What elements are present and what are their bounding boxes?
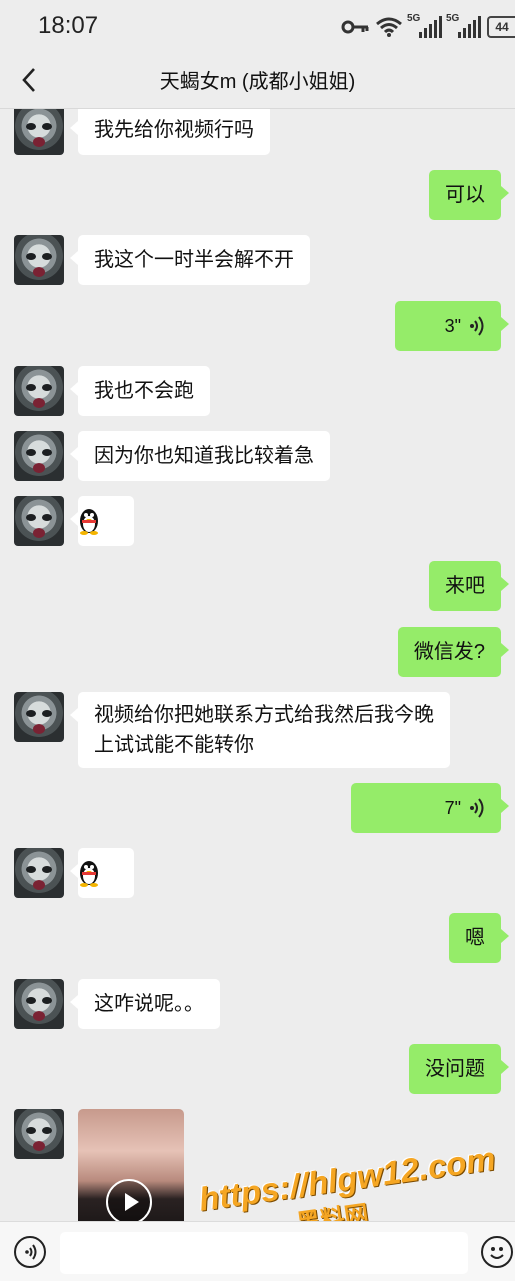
emoji-icon[interactable] <box>481 1236 513 1268</box>
message-text: 因为你也知道我比较着急 <box>94 445 314 467</box>
avatar[interactable] <box>14 848 64 898</box>
avatar[interactable] <box>14 235 64 285</box>
qq-penguin-icon <box>80 861 98 887</box>
message-text-line2: 上试试能不能转你 <box>94 734 254 756</box>
chat-title: 天蝎女m (成都小姐姐) <box>159 71 356 93</box>
video-message[interactable] <box>78 1109 184 1221</box>
message-text: 可以 <box>445 184 485 206</box>
message-bubble[interactable]: 嗯 <box>449 913 509 963</box>
avatar[interactable] <box>14 1109 64 1159</box>
key-icon <box>341 20 369 34</box>
message-row: 可以 <box>0 170 515 220</box>
message-row: 微信发? <box>0 627 515 677</box>
message-bubble[interactable]: 微信发? <box>397 627 510 677</box>
message-row: 我这个一时半会解不开 <box>0 235 515 285</box>
message-input[interactable] <box>60 1232 468 1274</box>
message-bubble[interactable]: 我也不会跑 <box>70 366 210 416</box>
battery-level: 44 <box>495 20 509 34</box>
message-bubble[interactable]: 没问题 <box>409 1044 509 1094</box>
status-time: 18:07 <box>38 12 99 39</box>
voice-message[interactable]: 3" <box>395 301 509 351</box>
message-row: 7" <box>0 783 515 833</box>
qq-penguin-icon <box>80 509 98 535</box>
avatar[interactable] <box>14 109 64 155</box>
avatar[interactable] <box>14 431 64 481</box>
message-list[interactable]: 我先给你视频行吗 可以 我这个一时半会解不开 3" 我也不会跑 因为你也知道我比… <box>0 109 515 1221</box>
voice-input-icon[interactable] <box>14 1236 46 1268</box>
battery-icon: 44 <box>487 16 515 38</box>
message-row: 这咋说呢。。 <box>0 979 515 1029</box>
emoji-message[interactable] <box>70 496 134 546</box>
message-row: 视频给你把她联系方式给我然后我今晚 上试试能不能转你 <box>0 692 515 768</box>
message-row: 3" <box>0 301 515 351</box>
play-icon[interactable] <box>106 1179 152 1221</box>
avatar[interactable] <box>14 692 64 742</box>
message-bubble[interactable]: 视频给你把她联系方式给我然后我今晚 上试试能不能转你 <box>70 692 450 768</box>
message-row: 我先给你视频行吗 <box>0 109 515 155</box>
input-bar <box>0 1221 515 1281</box>
chat-header: 天蝎女m (成都小姐姐) <box>0 52 515 109</box>
message-text: 视频给你把她联系方式给我然后我今晚 <box>94 704 434 726</box>
message-text: 我也不会跑 <box>94 380 194 402</box>
message-bubble[interactable]: 可以 <box>429 170 509 220</box>
message-bubble[interactable]: 来吧 <box>429 561 509 611</box>
signal-5g-icon: 5G <box>407 13 442 38</box>
voice-wave-icon <box>470 316 484 336</box>
message-row <box>0 496 515 546</box>
message-row <box>0 848 515 898</box>
voice-wave-icon <box>470 798 484 818</box>
message-row: 因为你也知道我比较着急 <box>0 431 515 481</box>
message-text: 嗯 <box>465 927 485 949</box>
signal-tag: 5G <box>446 13 460 24</box>
status-icons: 5G 5G 44 <box>341 13 515 40</box>
message-row: 没问题 <box>0 1044 515 1094</box>
message-text: 我先给你视频行吗 <box>94 119 254 141</box>
avatar[interactable] <box>14 366 64 416</box>
message-row: 我也不会跑 <box>0 366 515 416</box>
voice-message[interactable]: 7" <box>351 783 509 833</box>
message-text: 没问题 <box>425 1058 485 1080</box>
emoji-message[interactable] <box>70 848 134 898</box>
signal-tag: 5G <box>407 13 421 24</box>
message-bubble[interactable]: 我这个一时半会解不开 <box>70 235 310 285</box>
voice-duration: 3" <box>444 316 461 336</box>
avatar[interactable] <box>14 979 64 1029</box>
wifi-icon <box>376 17 402 37</box>
status-bar: 18:07 5G 5G 44 <box>0 0 515 52</box>
message-row: 嗯 <box>0 913 515 963</box>
message-text: 我这个一时半会解不开 <box>94 249 294 271</box>
message-row: 来吧 <box>0 561 515 611</box>
message-text: 微信发? <box>413 641 485 663</box>
signal-5g-icon: 5G <box>446 13 481 38</box>
avatar[interactable] <box>14 496 64 546</box>
message-bubble[interactable]: 我先给你视频行吗 <box>70 109 270 155</box>
message-bubble[interactable]: 因为你也知道我比较着急 <box>70 431 330 481</box>
voice-duration: 7" <box>444 798 461 818</box>
message-bubble[interactable]: 这咋说呢。。 <box>70 979 220 1029</box>
message-text: 来吧 <box>445 575 485 597</box>
message-text: 这咋说呢。。 <box>94 993 204 1015</box>
